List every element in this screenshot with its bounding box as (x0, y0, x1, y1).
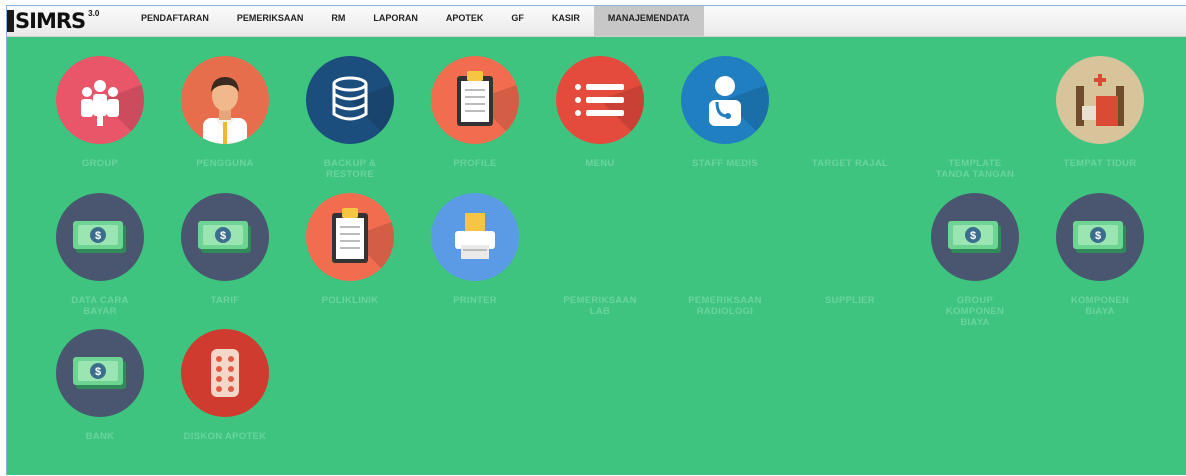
tile-label: PROFILE (453, 158, 497, 169)
tile-diskon-apotek[interactable]: DISKON APOTEK (165, 329, 285, 459)
tile-label: PENGGUNA (196, 158, 254, 169)
menu-item-apotek[interactable]: APOTEK (432, 6, 498, 36)
tile-data-cara-bayar[interactable]: $ DATA CARA BAYAR (40, 193, 160, 323)
tile-backup-restore[interactable]: BACKUP & RESTORE (290, 56, 410, 186)
tile-tarif[interactable]: $ TARIF (165, 193, 285, 323)
money-icon: $ (931, 193, 1019, 281)
user-icon (181, 56, 269, 144)
tile-staff-medis[interactable]: STAFF MEDIS (665, 56, 785, 186)
tile-label: PRINTER (453, 295, 497, 306)
group-icon (56, 56, 144, 144)
tile-printer[interactable]: PRINTER (415, 193, 535, 323)
blank-icon-placeholder (556, 193, 644, 281)
tile-menu[interactable]: MENU (540, 56, 660, 186)
tile-label: GROUP KOMPONEN BIAYA (945, 295, 1005, 327)
logo-text: SIMRS (15, 9, 86, 33)
app-window: SIMRS 3.0 PENDAFTARAN PEMERIKSAAN RM LAP… (6, 5, 1186, 475)
clipboard-icon (306, 193, 394, 281)
money-icon: $ (181, 193, 269, 281)
list-icon (556, 56, 644, 144)
menu-item-kasir[interactable]: KASIR (538, 6, 594, 36)
bed-icon (1056, 56, 1144, 144)
logo-version: 3.0 (88, 8, 100, 18)
menu-item-pemeriksaan[interactable]: PEMERIKSAAN (223, 6, 318, 36)
money-icon: $ (1056, 193, 1144, 281)
tile-label: GROUP (81, 158, 119, 169)
menu-item-gf[interactable]: GF (497, 6, 538, 36)
tile-komponen-biaya[interactable]: $ KOMPONEN BIAYA (1040, 193, 1160, 323)
blank-icon-placeholder (806, 193, 894, 281)
app-logo[interactable]: SIMRS 3.0 (7, 8, 119, 34)
database-icon (306, 56, 394, 144)
svg-text:$: $ (220, 230, 226, 242)
tile-poliklinik[interactable]: POLIKLINIK (290, 193, 410, 323)
menu-item-pendaftaran[interactable]: PENDAFTARAN (127, 6, 223, 36)
tile-label: TEMPLATE TANDA TANGAN (935, 158, 1015, 180)
tile-pengguna[interactable]: PENGGUNA (165, 56, 285, 186)
main-menu: PENDAFTARAN PEMERIKSAAN RM LAPORAN APOTE… (127, 6, 704, 36)
tile-template-tanda-tangan[interactable]: TEMPLATE TANDA TANGAN (915, 56, 1035, 186)
tile-group-komponen-biaya[interactable]: $ GROUP KOMPONEN BIAYA (915, 193, 1035, 327)
tile-bank[interactable]: $ BANK (40, 329, 160, 459)
tile-label: KOMPONEN BIAYA (1070, 295, 1130, 317)
tile-target-rajal[interactable]: TARGET RAJAL (790, 56, 910, 186)
logo-mark (7, 10, 14, 32)
svg-text:$: $ (95, 230, 101, 242)
tile-label: DISKON APOTEK (183, 431, 267, 442)
clipboard-icon (431, 56, 519, 144)
tile-label: PEMERIKSAAN LAB (563, 295, 637, 317)
doctor-icon (681, 56, 769, 144)
pills-icon (181, 329, 269, 417)
svg-text:$: $ (95, 366, 101, 378)
money-icon: $ (56, 193, 144, 281)
menu-item-rm[interactable]: RM (317, 6, 359, 36)
menu-item-manajemendata[interactable]: MANAJEMENDATA (593, 6, 704, 36)
tile-label: BACKUP & RESTORE (323, 158, 377, 180)
money-icon: $ (56, 329, 144, 417)
tile-label: DATA CARA BAYAR (71, 295, 129, 317)
tile-label: TARGET RAJAL (811, 158, 889, 169)
menu-item-laporan[interactable]: LAPORAN (359, 6, 432, 36)
svg-text:$: $ (970, 230, 976, 242)
top-navigation-bar: SIMRS 3.0 PENDAFTARAN PEMERIKSAAN RM LAP… (7, 6, 1186, 37)
tile-label: STAFF MEDIS (692, 158, 758, 169)
tile-label: SUPPLIER (825, 295, 875, 306)
tile-group[interactable]: GROUP (40, 56, 160, 186)
tile-label: BANK (85, 431, 115, 442)
tile-pemeriksaan-radiologi[interactable]: PEMERIKSAAN RADIOLOGI (665, 193, 785, 323)
tile-profile[interactable]: PROFILE (415, 56, 535, 186)
blank-icon-placeholder (931, 56, 1019, 144)
tile-label: TARIF (210, 295, 240, 306)
tile-pemeriksaan-lab[interactable]: PEMERIKSAAN LAB (540, 193, 660, 323)
tile-label: PEMERIKSAAN RADIOLOGI (688, 295, 762, 317)
blank-icon-placeholder (681, 193, 769, 281)
blank-icon-placeholder (806, 56, 894, 144)
tile-label: POLIKLINIK (321, 295, 379, 306)
tile-tempat-tidur[interactable]: TEMPAT TIDUR (1040, 56, 1160, 186)
svg-text:$: $ (1095, 230, 1101, 242)
tile-supplier[interactable]: SUPPLIER (790, 193, 910, 323)
printer-icon (431, 193, 519, 281)
tile-label: MENU (585, 158, 615, 169)
tile-label: TEMPAT TIDUR (1063, 158, 1137, 169)
